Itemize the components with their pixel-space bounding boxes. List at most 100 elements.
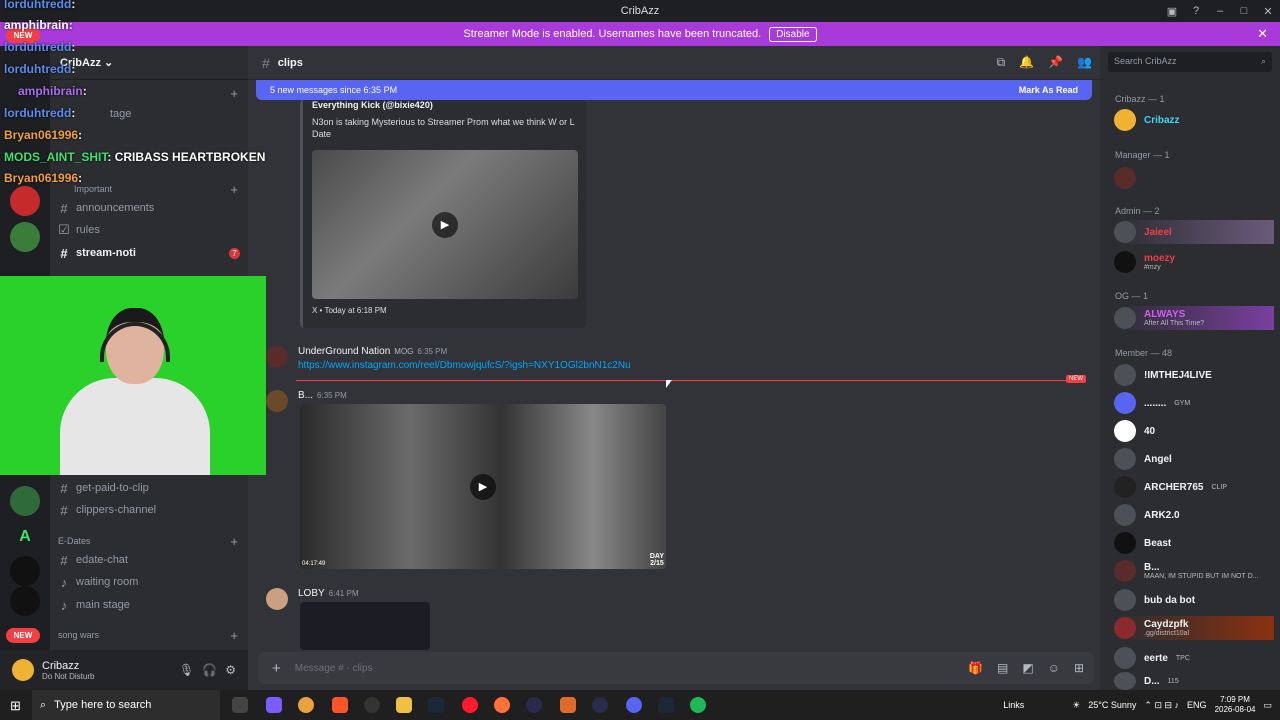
firefox-icon[interactable]	[494, 697, 510, 713]
emoji-icon[interactable]: ☺	[1048, 661, 1060, 675]
members-icon[interactable]: 👥	[1077, 55, 1092, 70]
message-author[interactable]: UnderGround Nation	[298, 346, 390, 357]
embed-video[interactable]: ▶	[312, 150, 578, 299]
language-indicator[interactable]: ENG	[1187, 700, 1207, 710]
member-item[interactable]: moezy #mzy	[1114, 250, 1274, 274]
server-icon[interactable]	[10, 186, 40, 216]
member-item[interactable]: Jaieel	[1114, 220, 1274, 244]
copilot-icon[interactable]	[266, 697, 282, 713]
threads-icon[interactable]: ⧉	[997, 55, 1006, 70]
member-item[interactable]: ARK2.0	[1114, 503, 1274, 527]
steam-icon[interactable]	[658, 697, 674, 713]
channel-announcements[interactable]: # announcements	[58, 198, 238, 218]
brave-icon[interactable]	[332, 697, 348, 713]
channel-get-paid-to-clip[interactable]: # get-paid-to-clip	[58, 478, 238, 498]
server-icon[interactable]	[10, 222, 40, 252]
mark-as-read-button[interactable]: Mark As Read	[1019, 85, 1078, 95]
member-item[interactable]: ........ GYM	[1114, 391, 1274, 415]
channel-clippers[interactable]: # clippers-channel	[58, 500, 238, 520]
obs-icon[interactable]	[364, 697, 380, 713]
app-icon[interactable]	[526, 697, 542, 713]
headphones-icon[interactable]: 🎧	[202, 663, 217, 677]
embed-author[interactable]: Everything Kick (@bixie420)	[312, 100, 433, 110]
spotify-icon[interactable]	[690, 697, 706, 713]
opera-icon[interactable]	[462, 697, 478, 713]
taskbar-search[interactable]: ⌕ Type here to search	[32, 690, 220, 720]
message-composer[interactable]: + Message # · clips 🎁 ▤ ◩ ☺ ⊞	[258, 652, 1094, 684]
member-item[interactable]: Caydzpfk .gg/district10al	[1114, 616, 1274, 640]
server-icon[interactable]	[10, 586, 40, 616]
avatar[interactable]	[266, 390, 288, 412]
notification-icon[interactable]: ▭	[1263, 700, 1272, 711]
pin-icon[interactable]: 📌	[1048, 55, 1063, 70]
sticker-icon[interactable]: ◩	[1022, 661, 1033, 675]
gift-icon[interactable]: 🎁	[968, 661, 983, 675]
minimize-button[interactable]: –	[1208, 5, 1232, 17]
message-input[interactable]: Message # · clips	[295, 663, 373, 674]
member-item[interactable]: D... 115	[1114, 672, 1274, 690]
member-item[interactable]: ARCHER765 CLIP	[1114, 475, 1274, 499]
clock[interactable]: 7:09 PM 2026-08-04	[1215, 695, 1256, 715]
channel-stream-noti[interactable]: # stream-noti	[58, 243, 238, 263]
gear-icon[interactable]: ⚙	[225, 663, 236, 677]
add-channel-icon[interactable]: +	[230, 534, 238, 549]
windows-start-icon[interactable]: ⊞	[10, 698, 21, 714]
disable-button[interactable]: Disable	[769, 26, 817, 42]
folder-icon[interactable]	[396, 697, 412, 713]
avatar[interactable]	[12, 659, 34, 681]
message-author[interactable]: B...	[298, 390, 313, 401]
channel-rules[interactable]: ☑ rules	[58, 220, 238, 240]
member-item[interactable]: Cribazz	[1114, 108, 1274, 132]
video-attachment[interactable]	[300, 602, 430, 650]
apps-icon[interactable]: ⊞	[1074, 661, 1084, 675]
attach-icon[interactable]: +	[272, 660, 281, 677]
member-item[interactable]: Beast	[1114, 531, 1274, 555]
app-icon[interactable]	[560, 697, 576, 713]
discord-icon[interactable]	[626, 697, 642, 713]
member-item[interactable]: 40	[1114, 419, 1274, 443]
server-icon[interactable]	[10, 486, 40, 516]
close-button[interactable]: ✕	[1256, 5, 1280, 18]
app-icon[interactable]	[592, 697, 608, 713]
add-channel-icon[interactable]: +	[230, 628, 238, 643]
member-item[interactable]: eerte TPC	[1114, 646, 1274, 670]
links-label[interactable]: Links	[1003, 700, 1024, 710]
member-item[interactable]: !IMTHEJ4LIVE	[1114, 363, 1274, 387]
avatar[interactable]	[266, 588, 288, 610]
video-day-label: DAY 2/15	[649, 553, 664, 567]
member-item[interactable]: ALWAYS After All This Time?	[1114, 306, 1274, 330]
category-song-wars[interactable]: song wars	[58, 630, 99, 640]
microphone-icon[interactable]: 🎙	[179, 663, 194, 677]
tray-icons[interactable]: ⌃ ⊡ ⊟ ♪	[1144, 700, 1179, 711]
member-item[interactable]: bub da bot	[1114, 588, 1274, 612]
channel-edate-chat[interactable]: # edate-chat	[58, 550, 238, 570]
bell-icon[interactable]: 🔔	[1019, 55, 1034, 70]
close-icon[interactable]: ✕	[1257, 26, 1268, 42]
new-messages-bar[interactable]: 5 new messages since 6:35 PM Mark As Rea…	[256, 80, 1092, 100]
gif-icon[interactable]: ▤	[997, 661, 1008, 675]
member-item[interactable]: B... MAAN, IM STUPID BUT IM NOT D...	[1114, 559, 1274, 583]
video-attachment[interactable]: ▶ 04:17:49 DAY 2/15	[300, 404, 666, 569]
inbox-icon[interactable]: ▣	[1160, 5, 1184, 18]
member-item[interactable]: Angel	[1114, 447, 1274, 471]
server-icon[interactable]	[10, 556, 40, 586]
webcam-overlay	[0, 276, 266, 475]
member-item[interactable]	[1114, 166, 1274, 190]
steam-icon[interactable]	[428, 697, 444, 713]
message-author[interactable]: LOBY	[298, 588, 325, 599]
task-view-icon[interactable]	[232, 697, 248, 713]
weather-text[interactable]: 25°C Sunny	[1088, 700, 1136, 710]
message-link[interactable]: https://www.instagram.com/reel/Dbmowjquf…	[298, 360, 631, 371]
channel-main-stage[interactable]: ♪ main stage	[58, 595, 238, 615]
play-icon[interactable]: ▶	[470, 474, 496, 500]
maximize-button[interactable]: □	[1232, 5, 1256, 17]
overlay-chat-line: MODS_AINT_SHIT: CRIBASS HEARTBROKEN	[4, 150, 266, 164]
category-edates[interactable]: E-Dates	[58, 536, 91, 546]
server-icon[interactable]: A	[10, 522, 40, 552]
help-icon[interactable]: ?	[1184, 5, 1208, 17]
avatar[interactable]	[266, 346, 288, 368]
play-icon[interactable]: ▶	[432, 212, 458, 238]
search-input[interactable]: Search CribAzz ⌕	[1108, 52, 1272, 72]
chrome-icon[interactable]	[298, 697, 314, 713]
channel-waiting-room[interactable]: ♪ waiting room	[58, 572, 238, 592]
